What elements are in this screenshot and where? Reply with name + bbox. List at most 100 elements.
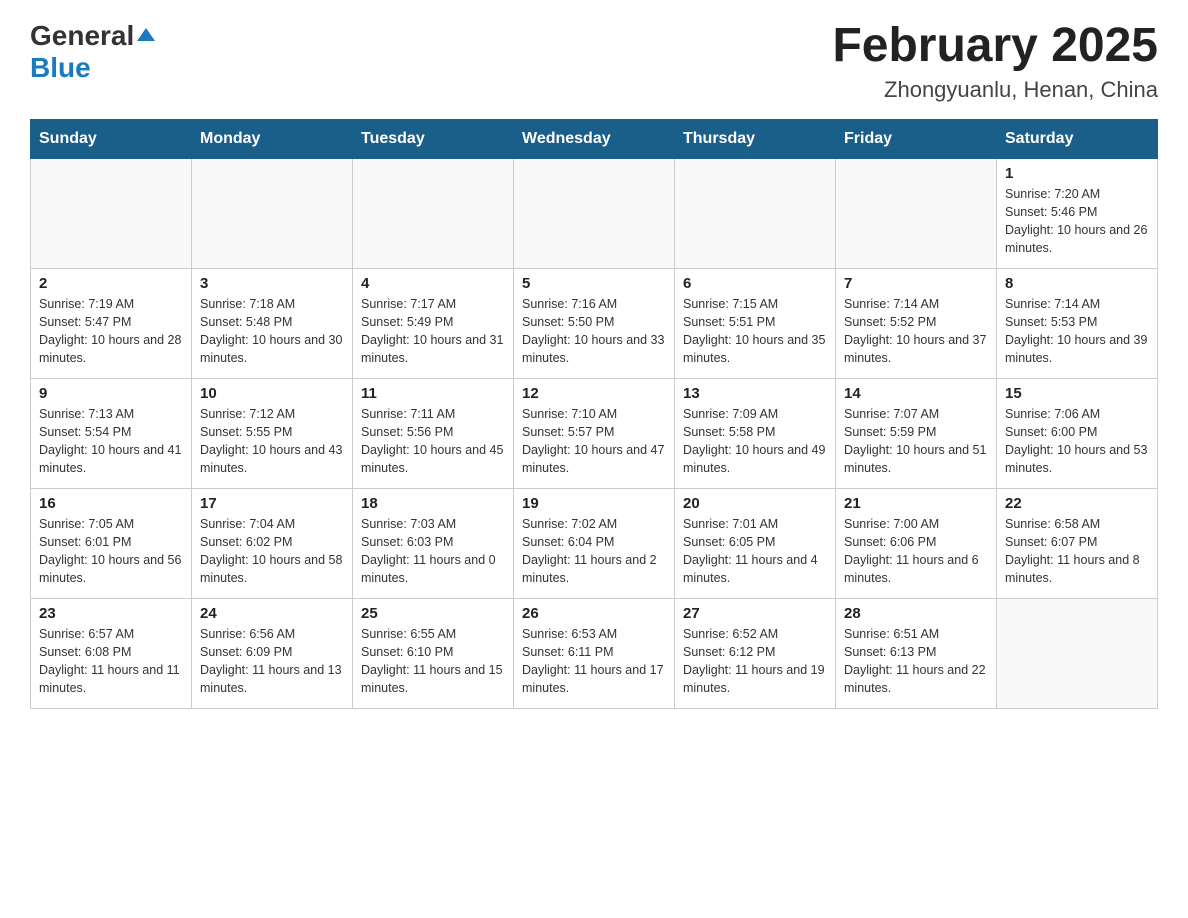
header-day-friday: Friday — [836, 119, 997, 158]
calendar-cell — [31, 158, 192, 268]
header-day-wednesday: Wednesday — [514, 119, 675, 158]
calendar-cell — [514, 158, 675, 268]
header-row: SundayMondayTuesdayWednesdayThursdayFrid… — [31, 119, 1158, 158]
header-day-tuesday: Tuesday — [353, 119, 514, 158]
day-number: 6 — [683, 275, 827, 292]
day-info: Sunrise: 7:14 AMSunset: 5:53 PMDaylight:… — [1005, 295, 1149, 368]
day-info: Sunrise: 6:56 AMSunset: 6:09 PMDaylight:… — [200, 625, 344, 698]
day-number: 2 — [39, 275, 183, 292]
day-info: Sunrise: 7:01 AMSunset: 6:05 PMDaylight:… — [683, 515, 827, 588]
calendar-cell: 22 Sunrise: 6:58 AMSunset: 6:07 PMDayligh… — [997, 488, 1158, 598]
day-number: 11 — [361, 385, 505, 402]
day-info: Sunrise: 7:12 AMSunset: 5:55 PMDaylight:… — [200, 405, 344, 478]
calendar-cell: 24 Sunrise: 6:56 AMSunset: 6:09 PMDayligh… — [192, 598, 353, 708]
day-info: Sunrise: 7:04 AMSunset: 6:02 PMDaylight:… — [200, 515, 344, 588]
calendar-cell — [997, 598, 1158, 708]
day-info: Sunrise: 7:10 AMSunset: 5:57 PMDaylight:… — [522, 405, 666, 478]
day-number: 22 — [1005, 495, 1149, 512]
location-title: Zhongyuanlu, Henan, China — [832, 77, 1158, 103]
logo-blue: Blue — [30, 52, 91, 83]
day-info: Sunrise: 7:18 AMSunset: 5:48 PMDaylight:… — [200, 295, 344, 368]
day-number: 27 — [683, 605, 827, 622]
day-number: 24 — [200, 605, 344, 622]
day-info: Sunrise: 6:57 AMSunset: 6:08 PMDaylight:… — [39, 625, 183, 698]
calendar-cell: 25Sunrise: 6:55 AMSunset: 6:10 PMDayligh… — [353, 598, 514, 708]
day-number: 23 — [39, 605, 183, 622]
calendar-cell: 17 Sunrise: 7:04 AMSunset: 6:02 PMDayligh… — [192, 488, 353, 598]
calendar-body: 1 Sunrise: 7:20 AMSunset: 5:46 PMDaylight… — [31, 158, 1158, 708]
day-number: 12 — [522, 385, 666, 402]
day-number: 17 — [200, 495, 344, 512]
day-number: 4 — [361, 275, 505, 292]
calendar-cell: 4Sunrise: 7:17 AMSunset: 5:49 PMDaylight… — [353, 268, 514, 378]
calendar-cell: 10 Sunrise: 7:12 AMSunset: 5:55 PMDayligh… — [192, 378, 353, 488]
calendar-cell: 15 Sunrise: 7:06 AMSunset: 6:00 PMDayligh… — [997, 378, 1158, 488]
day-info: Sunrise: 7:05 AMSunset: 6:01 PMDaylight:… — [39, 515, 183, 588]
logo-general: General — [30, 20, 134, 51]
calendar-cell: 13Sunrise: 7:09 AMSunset: 5:58 PMDayligh… — [675, 378, 836, 488]
day-info: Sunrise: 7:00 AMSunset: 6:06 PMDaylight:… — [844, 515, 988, 588]
week-row-0: 1 Sunrise: 7:20 AMSunset: 5:46 PMDaylight… — [31, 158, 1158, 268]
day-number: 15 — [1005, 385, 1149, 402]
day-number: 16 — [39, 495, 183, 512]
calendar-cell: 9 Sunrise: 7:13 AMSunset: 5:54 PMDaylight… — [31, 378, 192, 488]
day-number: 10 — [200, 385, 344, 402]
calendar-cell: 7Sunrise: 7:14 AMSunset: 5:52 PMDaylight… — [836, 268, 997, 378]
day-number: 13 — [683, 385, 827, 402]
calendar-cell: 14 Sunrise: 7:07 AMSunset: 5:59 PMDayligh… — [836, 378, 997, 488]
calendar-cell: 16 Sunrise: 7:05 AMSunset: 6:01 PMDayligh… — [31, 488, 192, 598]
calendar-cell: 27 Sunrise: 6:52 AMSunset: 6:12 PMDayligh… — [675, 598, 836, 708]
day-info: Sunrise: 6:53 AMSunset: 6:11 PMDaylight:… — [522, 625, 666, 698]
day-number: 26 — [522, 605, 666, 622]
header-day-monday: Monday — [192, 119, 353, 158]
calendar-cell: 8Sunrise: 7:14 AMSunset: 5:53 PMDaylight… — [997, 268, 1158, 378]
day-info: Sunrise: 6:58 AMSunset: 6:07 PMDaylight:… — [1005, 515, 1149, 588]
calendar-cell — [192, 158, 353, 268]
day-info: Sunrise: 7:16 AMSunset: 5:50 PMDaylight:… — [522, 295, 666, 368]
header-day-sunday: Sunday — [31, 119, 192, 158]
day-number: 3 — [200, 275, 344, 292]
calendar-cell: 20 Sunrise: 7:01 AMSunset: 6:05 PMDayligh… — [675, 488, 836, 598]
calendar-cell: 19 Sunrise: 7:02 AMSunset: 6:04 PMDayligh… — [514, 488, 675, 598]
day-info: Sunrise: 6:52 AMSunset: 6:12 PMDaylight:… — [683, 625, 827, 698]
day-info: Sunrise: 6:51 AMSunset: 6:13 PMDaylight:… — [844, 625, 988, 698]
header-day-thursday: Thursday — [675, 119, 836, 158]
header-day-saturday: Saturday — [997, 119, 1158, 158]
day-info: Sunrise: 7:13 AMSunset: 5:54 PMDaylight:… — [39, 405, 183, 478]
day-number: 5 — [522, 275, 666, 292]
week-row-3: 16 Sunrise: 7:05 AMSunset: 6:01 PMDayligh… — [31, 488, 1158, 598]
day-info: Sunrise: 7:07 AMSunset: 5:59 PMDaylight:… — [844, 405, 988, 478]
calendar-cell: 23 Sunrise: 6:57 AMSunset: 6:08 PMDayligh… — [31, 598, 192, 708]
calendar-cell: 21Sunrise: 7:00 AMSunset: 6:06 PMDayligh… — [836, 488, 997, 598]
month-title: February 2025 — [832, 20, 1158, 73]
week-row-4: 23 Sunrise: 6:57 AMSunset: 6:08 PMDayligh… — [31, 598, 1158, 708]
day-info: Sunrise: 7:06 AMSunset: 6:00 PMDaylight:… — [1005, 405, 1149, 478]
calendar-table: SundayMondayTuesdayWednesdayThursdayFrid… — [30, 119, 1158, 709]
calendar-cell: 12 Sunrise: 7:10 AMSunset: 5:57 PMDayligh… — [514, 378, 675, 488]
week-row-1: 2 Sunrise: 7:19 AMSunset: 5:47 PMDaylight… — [31, 268, 1158, 378]
calendar-cell: 1 Sunrise: 7:20 AMSunset: 5:46 PMDaylight… — [997, 158, 1158, 268]
day-number: 19 — [522, 495, 666, 512]
calendar-header: SundayMondayTuesdayWednesdayThursdayFrid… — [31, 119, 1158, 158]
day-info: Sunrise: 7:11 AMSunset: 5:56 PMDaylight:… — [361, 405, 505, 478]
calendar-cell: 2 Sunrise: 7:19 AMSunset: 5:47 PMDaylight… — [31, 268, 192, 378]
calendar-cell: 18Sunrise: 7:03 AMSunset: 6:03 PMDayligh… — [353, 488, 514, 598]
day-number: 7 — [844, 275, 988, 292]
calendar-cell: 26 Sunrise: 6:53 AMSunset: 6:11 PMDayligh… — [514, 598, 675, 708]
day-info: Sunrise: 7:02 AMSunset: 6:04 PMDaylight:… — [522, 515, 666, 588]
calendar-cell: 6Sunrise: 7:15 AMSunset: 5:51 PMDaylight… — [675, 268, 836, 378]
calendar-cell — [836, 158, 997, 268]
logo-text: General — [30, 20, 155, 52]
day-number: 28 — [844, 605, 988, 622]
day-info: Sunrise: 7:19 AMSunset: 5:47 PMDaylight:… — [39, 295, 183, 368]
day-number: 14 — [844, 385, 988, 402]
day-number: 1 — [1005, 165, 1149, 182]
logo: General Blue — [30, 20, 155, 84]
logo-blue-text: Blue — [30, 52, 91, 84]
day-info: Sunrise: 7:03 AMSunset: 6:03 PMDaylight:… — [361, 515, 505, 588]
calendar-cell: 5 Sunrise: 7:16 AMSunset: 5:50 PMDaylight… — [514, 268, 675, 378]
day-number: 9 — [39, 385, 183, 402]
logo-triangle-icon — [137, 28, 155, 41]
day-number: 20 — [683, 495, 827, 512]
day-info: Sunrise: 7:20 AMSunset: 5:46 PMDaylight:… — [1005, 185, 1149, 258]
